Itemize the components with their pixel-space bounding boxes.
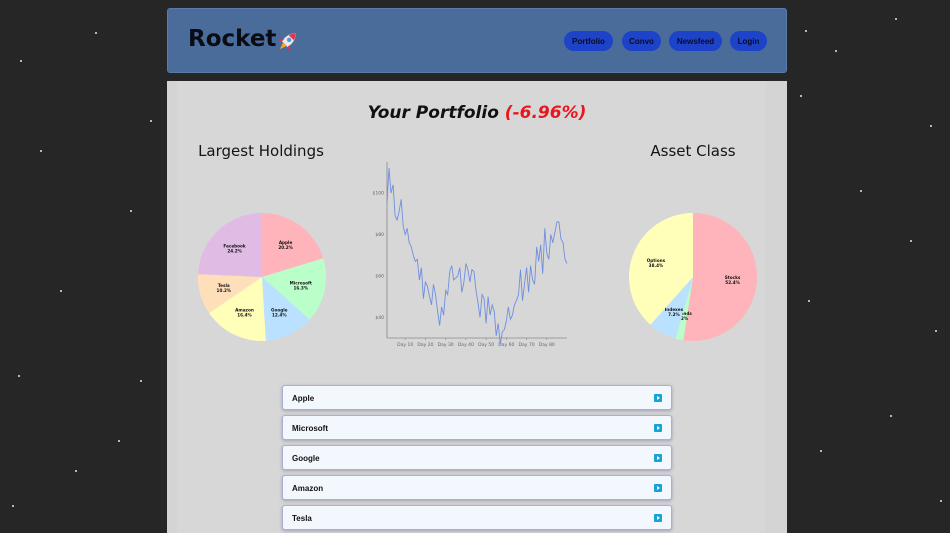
price-series-line [386, 168, 568, 345]
portfolio-change: (-6.96%) [504, 103, 587, 123]
asset-pct-stocks: 52.4% [725, 280, 740, 285]
x-tick-label: Day 10 [397, 342, 413, 348]
stock-name: Microsoft [292, 424, 328, 433]
x-tick-label: Day 50 [478, 342, 494, 348]
play-icon[interactable] [654, 514, 662, 522]
x-tick-label: Day 40 [458, 342, 474, 348]
y-tick-label: $60 [375, 273, 384, 279]
stock-name: Google [292, 454, 320, 463]
stock-name: Tesla [292, 514, 312, 523]
x-tick-label: Day 80 [539, 342, 555, 348]
largest-holdings-heading: Largest Holdings [198, 142, 324, 160]
x-tick-label: Day 30 [438, 342, 454, 348]
stock-name: Apple [292, 394, 315, 403]
x-tick-label: Day 70 [519, 342, 535, 348]
asset-pct-options: 38.4% [649, 263, 664, 268]
holdings-pie-chart: Apple20.2%Microsoft16.3%Google12.4%Amazo… [198, 213, 326, 341]
holdings-pct-apple: 20.2% [278, 245, 293, 250]
asset-slice-stocks [683, 213, 757, 341]
asset-pct-indexes: 7.2% [668, 312, 680, 317]
portfolio-line-chart: $40 $60 $80 $100 Day 10 Day 20 Day 30 Day 40 Day… [373, 162, 568, 348]
title-text: Your Portfolio [367, 103, 499, 123]
brand-name[interactable]: Rocket [188, 26, 276, 52]
play-icon[interactable] [654, 454, 662, 462]
play-icon[interactable] [654, 484, 662, 492]
y-tick-label: $100 [373, 191, 385, 197]
navbar: Rocket Portfolio Convo Newsfeed Login [167, 8, 787, 73]
holdings-pct-microsoft: 16.3% [293, 285, 308, 290]
nav-convo-button[interactable]: Convo [622, 31, 661, 51]
list-item[interactable]: Microsoft [282, 415, 672, 440]
y-tick-label: $80 [375, 232, 384, 238]
nav-login-button[interactable]: Login [730, 31, 767, 51]
x-tick-label: Day 20 [417, 342, 433, 348]
list-item[interactable]: Google [282, 445, 672, 470]
asset-class-pie-chart: Stocks52.4%Bonds2%Indexes7.2%Options38.4… [629, 213, 757, 341]
holdings-pct-tesla: 10.2% [217, 288, 232, 293]
list-item[interactable]: Amazon [282, 475, 672, 500]
stock-name: Amazon [292, 484, 324, 493]
asset-pct-bonds: 2% [681, 316, 689, 321]
play-icon[interactable] [654, 394, 662, 402]
page-title: Your Portfolio (-6.96%) [167, 103, 787, 123]
nav-newsfeed-button[interactable]: Newsfeed [669, 31, 722, 51]
list-item[interactable]: Apple [282, 385, 672, 410]
asset-class-heading: Asset Class [650, 142, 736, 160]
nav-portfolio-button[interactable]: Portfolio [564, 31, 613, 51]
list-item[interactable]: Tesla [282, 505, 672, 530]
y-tick-label: $40 [375, 315, 384, 321]
holdings-list: Apple Microsoft Google Amazon Tesla [282, 385, 672, 533]
rocket-icon [278, 33, 296, 51]
holdings-pct-facebook: 24.2% [227, 248, 242, 253]
play-icon[interactable] [654, 424, 662, 432]
holdings-pct-amazon: 16.4% [237, 313, 252, 318]
holdings-pct-google: 12.4% [272, 313, 287, 318]
